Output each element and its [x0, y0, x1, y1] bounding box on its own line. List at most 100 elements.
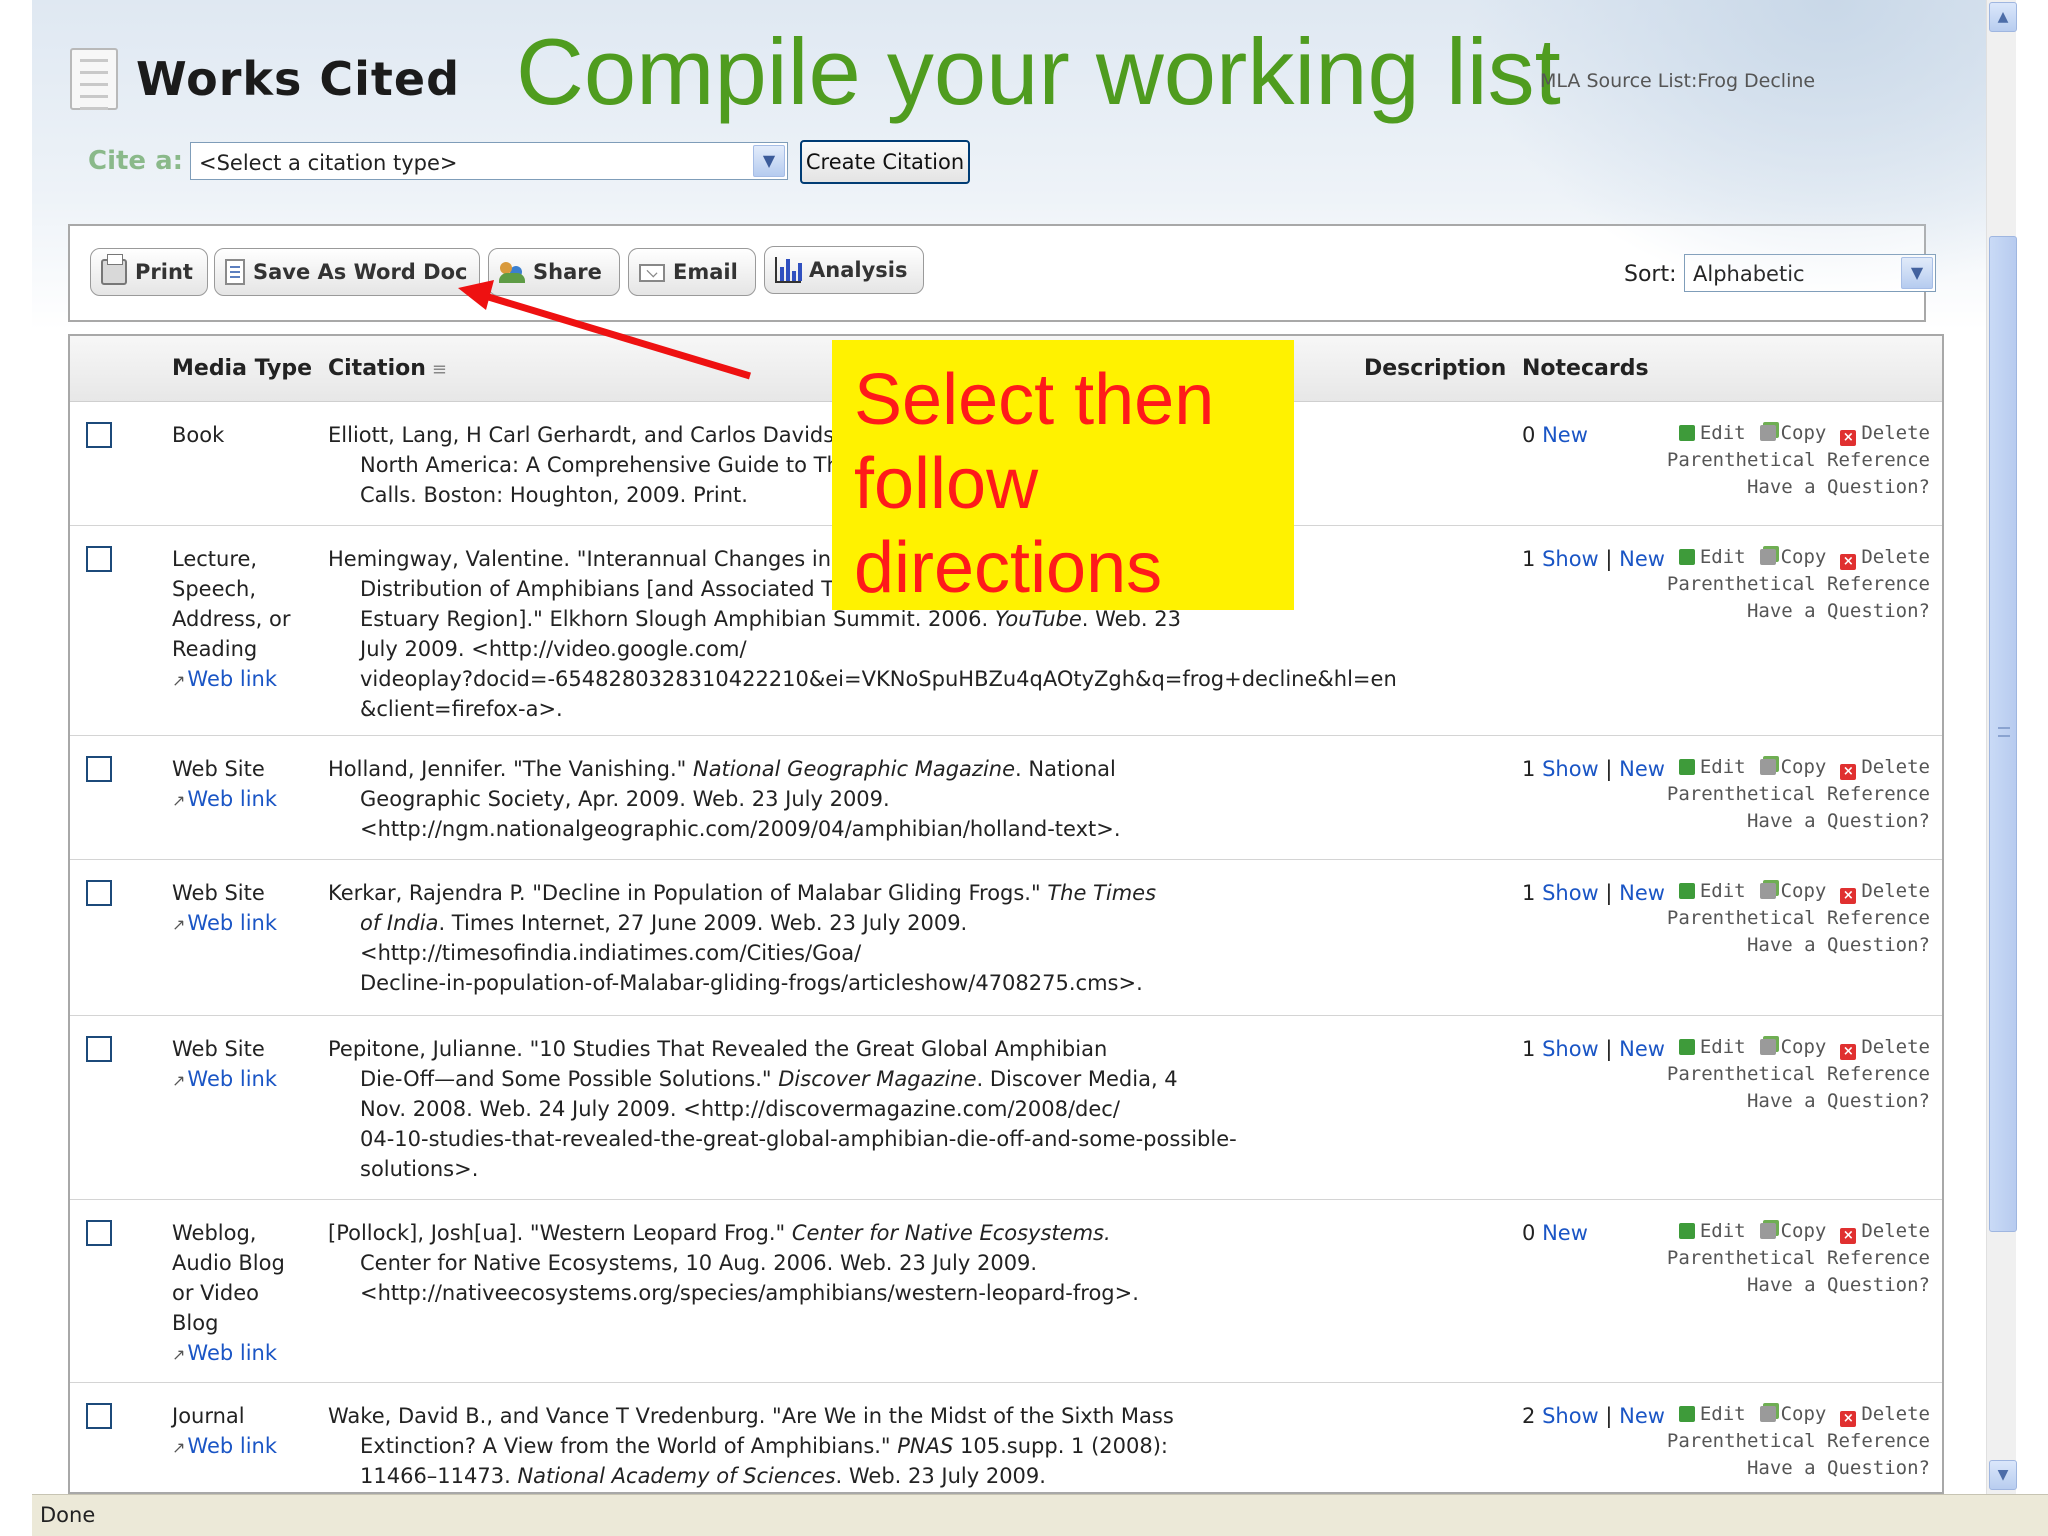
column-media-type[interactable]: Media Type	[172, 356, 312, 381]
citation-line: Nov. 2008. Web. 24 July 2009. <http://di…	[360, 1097, 1120, 1121]
row-checkbox[interactable]	[86, 1220, 112, 1246]
have-a-question-link[interactable]: Have a Question?	[1630, 1455, 1930, 1482]
scrollbar-thumb[interactable]	[1989, 236, 2017, 1232]
edit-action[interactable]: Edit	[1678, 422, 1746, 444]
row-checkbox[interactable]	[86, 880, 112, 906]
web-link[interactable]: ↗Web link	[172, 664, 322, 696]
citation-line: Kerkar, Rajendra P. "Decline in Populati…	[328, 881, 1157, 905]
edit-action[interactable]: Edit	[1678, 546, 1746, 568]
edit-action[interactable]: Edit	[1678, 1403, 1746, 1425]
show-notecards-link[interactable]: Show	[1542, 547, 1599, 571]
notecard-count: 1	[1522, 757, 1536, 781]
media-type-cell: Web Site ↗Web link	[172, 1034, 322, 1096]
edit-icon	[1678, 759, 1695, 775]
citation-line: solutions>.	[360, 1157, 479, 1181]
scroll-down-icon[interactable]: ▼	[1989, 1460, 2017, 1490]
copy-action[interactable]: Copy	[1759, 422, 1826, 444]
copy-action[interactable]: Copy	[1759, 1036, 1826, 1058]
parenthetical-reference-link[interactable]: Parenthetical Reference	[1630, 571, 1930, 598]
create-citation-button[interactable]: Create Citation	[800, 140, 970, 184]
delete-action[interactable]: × Delete	[1840, 1403, 1930, 1427]
have-a-question-link[interactable]: Have a Question?	[1630, 598, 1930, 625]
share-button[interactable]: Share	[488, 248, 620, 296]
have-a-question-link[interactable]: Have a Question?	[1630, 474, 1930, 501]
delete-action[interactable]: × Delete	[1840, 546, 1930, 570]
web-link-label: Web link	[187, 1434, 278, 1458]
column-description[interactable]: Description	[1364, 356, 1506, 381]
have-a-question-link[interactable]: Have a Question?	[1630, 808, 1930, 835]
column-notecards[interactable]: Notecards	[1522, 356, 1649, 381]
citation-line: videoplay?docid=-6548280328310422210&ei=…	[360, 667, 1397, 691]
media-type-cell: Book	[172, 420, 322, 450]
scroll-up-icon[interactable]: ▲	[1989, 2, 2017, 32]
copy-label: Copy	[1780, 546, 1827, 568]
chevron-down-icon[interactable]: ▼	[1901, 257, 1933, 289]
parenthetical-reference-link[interactable]: Parenthetical Reference	[1630, 905, 1930, 932]
edit-action[interactable]: Edit	[1678, 880, 1746, 902]
parenthetical-reference-link[interactable]: Parenthetical Reference	[1630, 781, 1930, 808]
have-a-question-link[interactable]: Have a Question?	[1630, 932, 1930, 959]
copy-action[interactable]: Copy	[1759, 1403, 1826, 1425]
show-notecards-link[interactable]: Show	[1542, 881, 1599, 905]
parenthetical-reference-link[interactable]: Parenthetical Reference	[1630, 1245, 1930, 1272]
edit-label: Edit	[1699, 1220, 1746, 1242]
citation-type-select[interactable]: <Select a citation type> ▼	[190, 142, 788, 180]
analysis-button[interactable]: Analysis	[764, 246, 924, 294]
delete-action[interactable]: × Delete	[1840, 880, 1930, 904]
row-checkbox[interactable]	[86, 1036, 112, 1062]
save-word-label: Save As Word Doc	[253, 260, 468, 284]
delete-icon: ×	[1840, 1228, 1857, 1244]
edit-label: Edit	[1699, 422, 1746, 444]
delete-action[interactable]: × Delete	[1840, 422, 1930, 446]
copy-action[interactable]: Copy	[1759, 880, 1826, 902]
new-notecard-link[interactable]: New	[1542, 423, 1588, 447]
row-checkbox[interactable]	[86, 422, 112, 448]
copy-action[interactable]: Copy	[1759, 756, 1826, 778]
show-notecards-link[interactable]: Show	[1542, 1404, 1599, 1428]
word-document-icon	[225, 259, 245, 285]
edit-action[interactable]: Edit	[1678, 1220, 1746, 1242]
row-checkbox[interactable]	[86, 756, 112, 782]
notecard-count: 2	[1522, 1404, 1536, 1428]
parenthetical-reference-link[interactable]: Parenthetical Reference	[1630, 1428, 1930, 1455]
show-notecards-link[interactable]: Show	[1542, 1037, 1599, 1061]
chevron-down-icon[interactable]: ▼	[753, 145, 785, 177]
row-checkbox[interactable]	[86, 1403, 112, 1429]
copy-action[interactable]: Copy	[1759, 1220, 1826, 1242]
citation-line: [Pollock], Josh[ua]. "Western Leopard Fr…	[328, 1221, 1111, 1245]
email-button[interactable]: Email	[628, 248, 756, 296]
show-notecards-link[interactable]: Show	[1542, 757, 1599, 781]
table-row: Web Site ↗Web link Holland, Jennifer. "The…	[70, 736, 1942, 860]
citation-cell: Kerkar, Rajendra P. "Decline in Populati…	[328, 878, 1398, 998]
web-link[interactable]: ↗Web link	[172, 1064, 322, 1096]
delete-icon: ×	[1840, 1044, 1857, 1060]
edit-action[interactable]: Edit	[1678, 756, 1746, 778]
copy-action[interactable]: Copy	[1759, 546, 1827, 568]
save-as-word-button[interactable]: Save As Word Doc	[214, 248, 480, 296]
new-notecard-link[interactable]: New	[1542, 1221, 1588, 1245]
status-text: Done	[40, 1503, 96, 1527]
delete-action[interactable]: × Delete	[1840, 1036, 1930, 1060]
action-buttons: Edit Copy × Delete	[1630, 1034, 1930, 1061]
edit-action[interactable]: Edit	[1678, 1036, 1746, 1058]
delete-action[interactable]: × Delete	[1840, 756, 1930, 780]
column-citation[interactable]: Citation ≡	[328, 356, 447, 381]
parenthetical-reference-link[interactable]: Parenthetical Reference	[1630, 447, 1930, 474]
sort-select[interactable]: Alphabetic ▼	[1684, 254, 1936, 292]
have-a-question-link[interactable]: Have a Question?	[1630, 1272, 1930, 1299]
delete-action[interactable]: × Delete	[1840, 1220, 1930, 1244]
notecard-count: 1	[1522, 881, 1536, 905]
citation-line: Holland, Jennifer. "The Vanishing." Nati…	[328, 757, 1116, 781]
web-link[interactable]: ↗Web link	[172, 784, 322, 816]
vertical-scrollbar[interactable]: ▲ ▼	[1986, 0, 2017, 1494]
web-link[interactable]: ↗Web link	[172, 1431, 322, 1463]
have-a-question-link[interactable]: Have a Question?	[1630, 1088, 1930, 1115]
row-checkbox[interactable]	[86, 546, 112, 572]
web-link[interactable]: ↗Web link	[172, 908, 322, 940]
web-link-label: Web link	[187, 787, 278, 811]
print-button[interactable]: Print	[90, 248, 208, 296]
web-link-label: Web link	[187, 1067, 278, 1091]
web-link[interactable]: ↗Web link	[172, 1338, 322, 1370]
parenthetical-reference-link[interactable]: Parenthetical Reference	[1630, 1061, 1930, 1088]
citation-line: Die-Off—and Some Possible Solutions." Di…	[360, 1067, 1178, 1091]
